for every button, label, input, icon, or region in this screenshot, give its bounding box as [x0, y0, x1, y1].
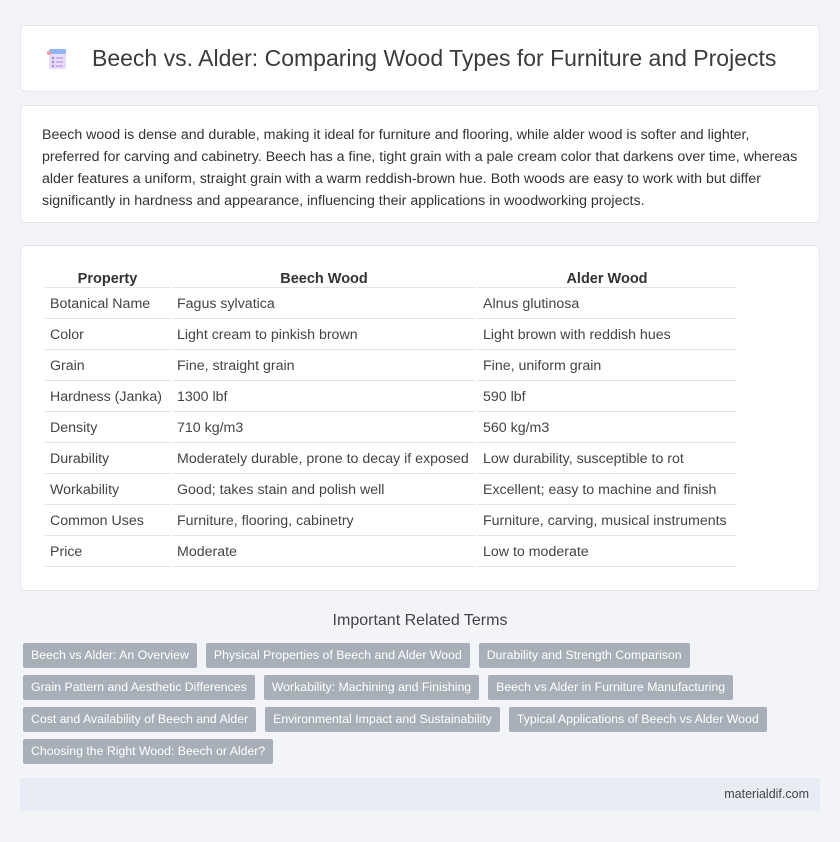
cell-beech: Light cream to pinkish brown [172, 321, 476, 350]
table-row: Density 710 kg/m3 560 kg/m3 [45, 414, 736, 443]
cell-beech: Furniture, flooring, cabinetry [172, 507, 476, 536]
cell-beech: Moderate [172, 538, 476, 567]
table-row: Price Moderate Low to moderate [45, 538, 736, 567]
related-tag[interactable]: Cost and Availability of Beech and Alder [23, 707, 257, 732]
cell-beech: 1300 lbf [172, 383, 476, 412]
cell-property: Hardness (Janka) [45, 383, 170, 412]
cell-property: Color [45, 321, 170, 350]
header-property: Property [45, 268, 170, 288]
header-card: Beech vs. Alder: Comparing Wood Types fo… [20, 25, 820, 92]
intro-paragraph: Beech wood is dense and durable, making … [42, 127, 798, 209]
cell-property: Price [45, 538, 170, 567]
footer: materialdif.com [20, 778, 820, 811]
related-terms-tags: Beech vs Alder: An Overview Physical Pro… [23, 643, 803, 771]
cell-property: Workability [45, 476, 170, 505]
related-tag[interactable]: Environmental Impact and Sustainability [265, 707, 500, 732]
related-tag[interactable]: Grain Pattern and Aesthetic Differences [23, 675, 255, 700]
related-tag[interactable]: Choosing the Right Wood: Beech or Alder? [23, 739, 274, 764]
table-row: Durability Moderately durable, prone to … [45, 445, 736, 474]
cell-alder: Light brown with reddish hues [478, 321, 736, 350]
cell-beech: 710 kg/m3 [172, 414, 476, 443]
cell-beech: Good; takes stain and polish well [172, 476, 476, 505]
table-header-row: Property Beech Wood Alder Wood [45, 268, 736, 288]
cell-alder: 590 lbf [478, 383, 736, 412]
cell-alder: Fine, uniform grain [478, 352, 736, 381]
related-tag[interactable]: Workability: Machining and Finishing [263, 675, 480, 700]
table-row: Grain Fine, straight grain Fine, uniform… [45, 352, 736, 381]
cell-alder: 560 kg/m3 [478, 414, 736, 443]
table-row: Workability Good; takes stain and polish… [45, 476, 736, 505]
comparison-table: Property Beech Wood Alder Wood Botanical… [43, 266, 738, 569]
cell-alder: Low to moderate [478, 538, 736, 567]
table-row: Color Light cream to pinkish brown Light… [45, 321, 736, 350]
cell-property: Botanical Name [45, 290, 170, 319]
header-alder: Alder Wood [478, 268, 736, 288]
cell-alder: Furniture, carving, musical instruments [478, 507, 736, 536]
cell-beech: Fagus sylvatica [172, 290, 476, 319]
table-row: Hardness (Janka) 1300 lbf 590 lbf [45, 383, 736, 412]
table-row: Botanical Name Fagus sylvatica Alnus glu… [45, 290, 736, 319]
related-tag[interactable]: Physical Properties of Beech and Alder W… [205, 643, 470, 668]
comparison-table-card: Property Beech Wood Alder Wood Botanical… [20, 245, 820, 591]
related-tag[interactable]: Beech vs Alder in Furniture Manufacturin… [488, 675, 734, 700]
related-tag[interactable]: Durability and Strength Comparison [478, 643, 690, 668]
cell-alder: Alnus glutinosa [478, 290, 736, 319]
intro-card: Beech wood is dense and durable, making … [20, 105, 820, 223]
cell-alder: Low durability, susceptible to rot [478, 445, 736, 474]
header-beech: Beech Wood [172, 268, 476, 288]
page-title: Beech vs. Alder: Comparing Wood Types fo… [92, 45, 777, 71]
document-list-icon [46, 47, 70, 71]
cell-property: Grain [45, 352, 170, 381]
cell-property: Common Uses [45, 507, 170, 536]
related-terms-title: Important Related Terms [332, 612, 508, 629]
cell-beech: Fine, straight grain [172, 352, 476, 381]
cell-beech: Moderately durable, prone to decay if ex… [172, 445, 476, 474]
related-tag[interactable]: Typical Applications of Beech vs Alder W… [508, 707, 767, 732]
table-row: Common Uses Furniture, flooring, cabinet… [45, 507, 736, 536]
related-tag[interactable]: Beech vs Alder: An Overview [23, 643, 197, 668]
cell-property: Density [45, 414, 170, 443]
cell-alder: Excellent; easy to machine and finish [478, 476, 736, 505]
cell-property: Durability [45, 445, 170, 474]
footer-site-link[interactable]: materialdif.com [724, 787, 809, 801]
